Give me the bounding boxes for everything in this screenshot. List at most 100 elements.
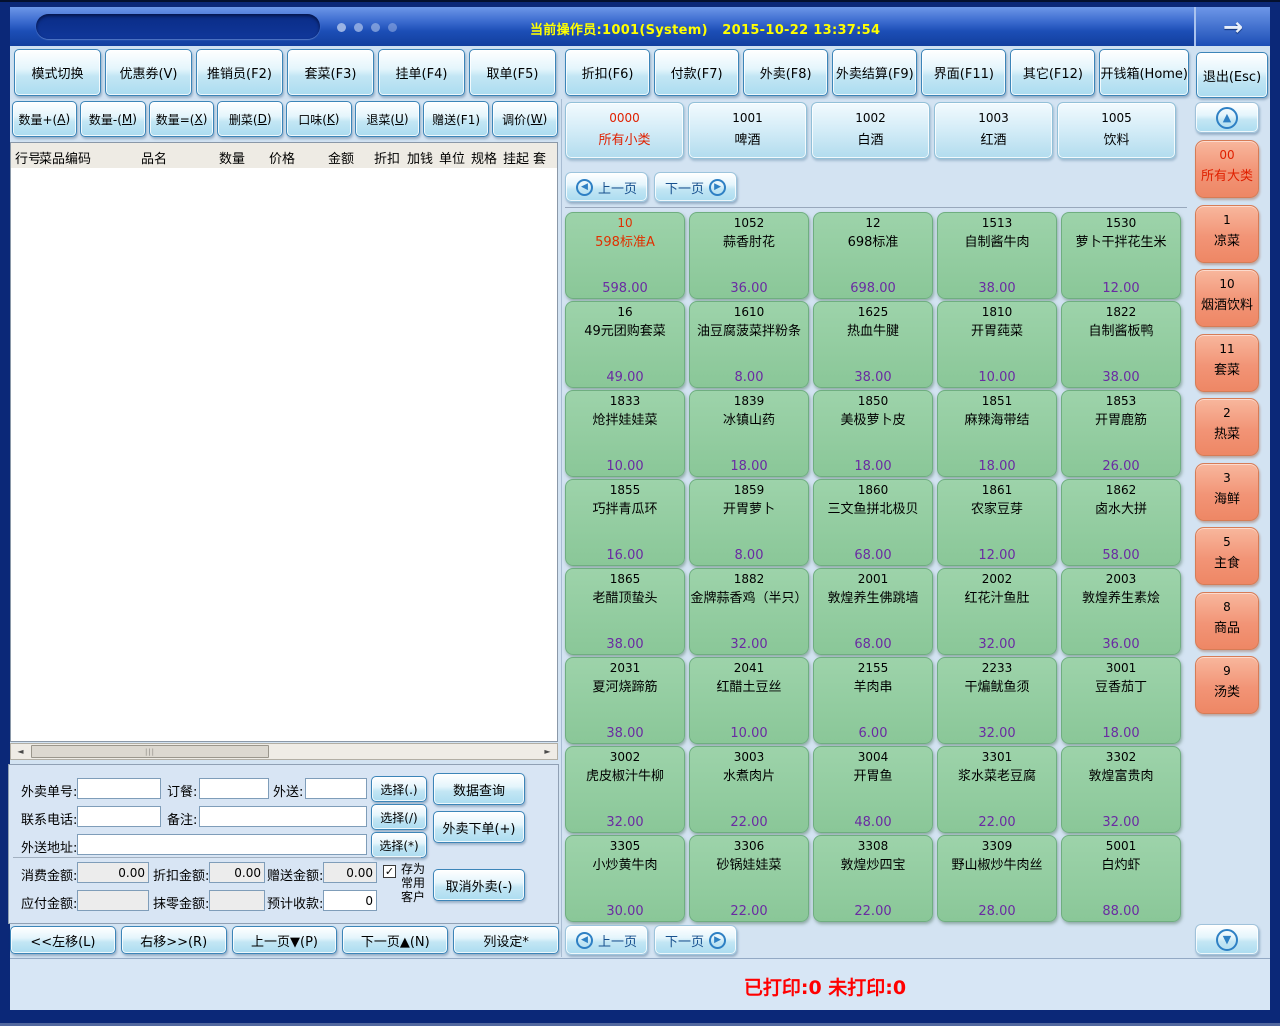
- order-nav-button[interactable]: <<左移(L): [10, 926, 116, 954]
- toolbar-button[interactable]: 界面(F11): [921, 49, 1006, 96]
- category-button[interactable]: 1凉菜: [1195, 205, 1259, 263]
- save-customer-checkbox[interactable]: ✓: [383, 865, 396, 878]
- action-button[interactable]: 赠送(F1): [423, 101, 489, 137]
- action-button[interactable]: 调价(W): [492, 101, 558, 137]
- menu-item-tile[interactable]: 1052蒜香肘花36.00: [689, 212, 809, 299]
- order-nav-button[interactable]: 列设定*: [453, 926, 559, 954]
- menu-item-tile[interactable]: 1513自制酱牛肉38.00: [937, 212, 1057, 299]
- menu-item-tile[interactable]: 1853开胃鹿筋26.00: [1061, 390, 1181, 477]
- toolbar-button[interactable]: 推销员(F2): [196, 49, 283, 96]
- action-button[interactable]: 数量=(X): [149, 101, 215, 137]
- category-button[interactable]: 11套菜: [1195, 334, 1259, 392]
- action-button[interactable]: 退菜(U): [355, 101, 421, 137]
- menu-item-tile[interactable]: 1530萝卜干拌花生米12.00: [1061, 212, 1181, 299]
- menu-item-tile[interactable]: 1882金牌蒜香鸡（半只）32.00: [689, 568, 809, 655]
- takeout-cancel-button[interactable]: 取消外卖(-): [433, 869, 525, 901]
- menu-item-tile[interactable]: 1865老醋顶蛰头38.00: [565, 568, 685, 655]
- delivery-input[interactable]: [305, 778, 367, 799]
- menu-item-tile[interactable]: 3301浆水菜老豆腐22.00: [937, 746, 1057, 833]
- category-button[interactable]: 00所有大类: [1195, 140, 1259, 198]
- category-scroll-down-button[interactable]: ▼: [1195, 924, 1259, 955]
- next-page-button[interactable]: 下一页 ▶: [654, 925, 737, 955]
- menu-item-tile[interactable]: 3001豆香茄丁18.00: [1061, 657, 1181, 744]
- menu-item-tile[interactable]: 1610油豆腐菠菜拌粉条8.00: [689, 301, 809, 388]
- menu-item-tile[interactable]: 1625热血牛腱38.00: [813, 301, 933, 388]
- category-scroll-up-button[interactable]: ▲: [1195, 102, 1259, 133]
- menu-item-tile[interactable]: 1810开胃莼菜10.00: [937, 301, 1057, 388]
- menu-item-tile[interactable]: 2041红醋土豆丝10.00: [689, 657, 809, 744]
- menu-item-tile[interactable]: 3302敦煌富贵肉32.00: [1061, 746, 1181, 833]
- toolbar-button[interactable]: 外卖结算(F9): [832, 49, 917, 96]
- menu-item-tile[interactable]: 2002红花汁鱼肚32.00: [937, 568, 1057, 655]
- toolbar-button[interactable]: 付款(F7): [654, 49, 739, 96]
- category-button[interactable]: 10烟酒饮料: [1195, 269, 1259, 327]
- category-button[interactable]: 2热菜: [1195, 398, 1259, 456]
- toolbar-button[interactable]: 模式切换: [14, 49, 101, 96]
- toolbar-button[interactable]: 取单(F5): [469, 49, 556, 96]
- action-button[interactable]: 数量+(A): [12, 101, 78, 137]
- menu-item-tile[interactable]: 3305小炒黄牛肉30.00: [565, 835, 685, 922]
- scrollbar-right-arrow[interactable]: ►: [540, 745, 555, 758]
- menu-item-tile[interactable]: 3306砂锅娃娃菜22.00: [689, 835, 809, 922]
- note-input[interactable]: [199, 806, 367, 827]
- menu-item-tile[interactable]: 12698标准698.00: [813, 212, 933, 299]
- menu-item-tile[interactable]: 10598标准A598.00: [565, 212, 685, 299]
- category-button[interactable]: 3海鲜: [1195, 463, 1259, 521]
- menu-item-tile[interactable]: 1822自制酱板鸭38.00: [1061, 301, 1181, 388]
- menu-item-tile[interactable]: 3308敦煌炒四宝22.00: [813, 835, 933, 922]
- data-query-button[interactable]: 数据查询: [433, 773, 525, 805]
- category-button[interactable]: 8商品: [1195, 592, 1259, 650]
- subcategory-tab[interactable]: 1005饮料: [1057, 102, 1176, 159]
- category-button[interactable]: 9汤类: [1195, 656, 1259, 714]
- order-list-hscrollbar[interactable]: ◄ ||| ►: [10, 743, 558, 760]
- category-button[interactable]: 5主食: [1195, 527, 1259, 585]
- menu-item-tile[interactable]: 1855巧拌青瓜环16.00: [565, 479, 685, 566]
- menu-item-tile[interactable]: 3002虎皮椒汁牛柳32.00: [565, 746, 685, 833]
- order-nav-button[interactable]: 下一页▲(N): [342, 926, 448, 954]
- menu-item-tile[interactable]: 2003敦煌养生素烩36.00: [1061, 568, 1181, 655]
- order-nav-button[interactable]: 上一页▼(P): [232, 926, 338, 954]
- order-list-area[interactable]: [10, 168, 558, 742]
- menu-item-tile[interactable]: 1859开胃萝卜8.00: [689, 479, 809, 566]
- menu-item-tile[interactable]: 2031夏河烧蹄筋38.00: [565, 657, 685, 744]
- toolbar-button[interactable]: 折扣(F6): [565, 49, 650, 96]
- menu-item-tile[interactable]: 2233干煸鱿鱼须32.00: [937, 657, 1057, 744]
- menu-item-tile[interactable]: 2001敦煌养生佛跳墙68.00: [813, 568, 933, 655]
- subcategory-tab[interactable]: 1003红酒: [934, 102, 1053, 159]
- menu-item-tile[interactable]: 1649元团购套菜49.00: [565, 301, 685, 388]
- subcategory-tab[interactable]: 0000所有小类: [565, 102, 684, 159]
- toolbar-button[interactable]: 外卖(F8): [743, 49, 828, 96]
- menu-item-tile[interactable]: 1860三文鱼拼北极贝68.00: [813, 479, 933, 566]
- menu-item-tile[interactable]: 1851麻辣海带结18.00: [937, 390, 1057, 477]
- phone-input[interactable]: [77, 806, 161, 827]
- menu-item-tile[interactable]: 5001白灼虾88.00: [1061, 835, 1181, 922]
- menu-item-tile[interactable]: 2155羊肉串6.00: [813, 657, 933, 744]
- toolbar-button[interactable]: 套菜(F3): [287, 49, 374, 96]
- prev-page-button[interactable]: ◀ 上一页: [565, 172, 648, 202]
- next-page-button[interactable]: 下一页 ▶: [654, 172, 737, 202]
- exit-button[interactable]: 退出(Esc): [1196, 52, 1268, 98]
- scrollbar-left-arrow[interactable]: ◄: [13, 745, 28, 758]
- toolbar-button[interactable]: 挂单(F4): [378, 49, 465, 96]
- subcategory-tab[interactable]: 1002白酒: [811, 102, 930, 159]
- menu-item-tile[interactable]: 1862卤水大拼58.00: [1061, 479, 1181, 566]
- menu-item-tile[interactable]: 3004开胃鱼48.00: [813, 746, 933, 833]
- menu-item-tile[interactable]: 1839冰镇山药18.00: [689, 390, 809, 477]
- order-nav-button[interactable]: 右移>>(R): [121, 926, 227, 954]
- takeout-submit-button[interactable]: 外卖下单(+): [433, 811, 525, 843]
- subcategory-tab[interactable]: 1001啤酒: [688, 102, 807, 159]
- toolbar-button[interactable]: 优惠券(V): [105, 49, 192, 96]
- toolbar-button[interactable]: 开钱箱(Home): [1099, 49, 1189, 96]
- menu-item-tile[interactable]: 3309野山椒炒牛肉丝28.00: [937, 835, 1057, 922]
- order-no-input[interactable]: [77, 778, 161, 799]
- menu-item-tile[interactable]: 1833炝拌娃娃菜10.00: [565, 390, 685, 477]
- select-dot-button[interactable]: 选择(.): [371, 776, 427, 802]
- action-button[interactable]: 口味(K): [286, 101, 352, 137]
- action-button[interactable]: 删菜(D): [217, 101, 283, 137]
- expect-amount-input[interactable]: [323, 890, 377, 911]
- toolbar-button[interactable]: 其它(F12): [1010, 49, 1095, 96]
- address-input[interactable]: [77, 834, 367, 855]
- select-star-button[interactable]: 选择(*): [371, 832, 427, 858]
- booking-input[interactable]: [199, 778, 269, 799]
- forward-button[interactable]: →: [1194, 7, 1270, 46]
